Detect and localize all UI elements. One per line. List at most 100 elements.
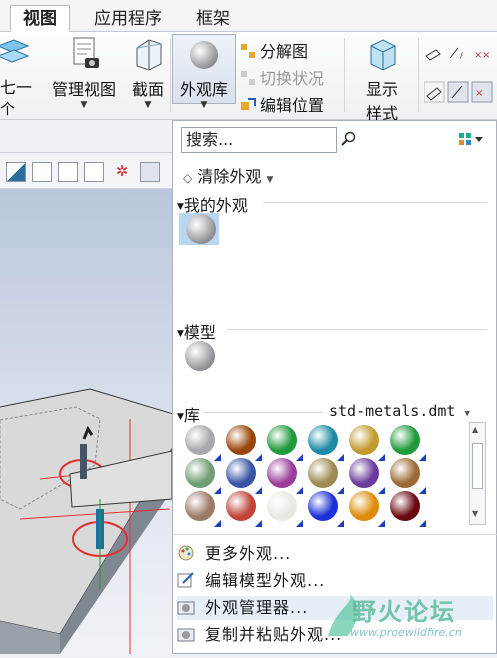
section-icon bbox=[136, 39, 162, 71]
swatch-marker bbox=[255, 520, 262, 527]
library-swatch[interactable] bbox=[185, 491, 221, 527]
library-swatch[interactable] bbox=[185, 458, 221, 494]
library-swatch[interactable] bbox=[308, 425, 344, 461]
library-swatch[interactable] bbox=[226, 458, 262, 494]
svg-text:×: × bbox=[482, 50, 490, 61]
display-style-label-1: 显示 bbox=[365, 80, 398, 99]
model-appearance-swatch[interactable] bbox=[185, 341, 215, 371]
refit-icon[interactable] bbox=[6, 162, 26, 182]
swatch-sphere bbox=[308, 425, 338, 455]
appearance-gallery-button[interactable]: 外观库 ▼ bbox=[172, 34, 236, 110]
swatch-sphere bbox=[226, 425, 256, 455]
manage-views-label: 管理视图 bbox=[51, 80, 116, 99]
search-icon[interactable] bbox=[341, 131, 357, 147]
search-input[interactable]: 搜索... bbox=[181, 127, 337, 153]
swatch-marker bbox=[419, 520, 426, 527]
library-swatch[interactable] bbox=[226, 491, 262, 527]
library-swatch[interactable] bbox=[267, 491, 303, 527]
clear-appearance-label: 清除外观 bbox=[197, 167, 262, 186]
edit-position-icon bbox=[241, 98, 256, 110]
library-swatch[interactable] bbox=[349, 458, 385, 494]
library-swatch[interactable] bbox=[390, 425, 426, 461]
ribbon-tab-bar: 视图 应用程序 框架 bbox=[0, 0, 497, 32]
partial-left-label-2: 个 bbox=[0, 100, 16, 118]
explode-view-icon bbox=[241, 44, 255, 58]
clear-appearance-button[interactable]: ◇ 清除外观 ▼ bbox=[183, 163, 273, 187]
swatch-sphere bbox=[308, 491, 338, 521]
swatch-sphere bbox=[267, 491, 297, 521]
library-swatch[interactable] bbox=[308, 458, 344, 494]
divider bbox=[418, 38, 419, 112]
section-button[interactable]: 截面 ▼ bbox=[128, 36, 168, 110]
swatch-sphere bbox=[349, 458, 379, 488]
scroll-down-icon[interactable]: ▼ bbox=[472, 509, 478, 518]
swatch-sphere bbox=[308, 458, 338, 488]
edit-position-label: 编辑位置 bbox=[260, 96, 325, 115]
tab-frame[interactable]: 框架 bbox=[184, 5, 242, 32]
model-label: 模型 bbox=[183, 323, 216, 342]
named-view-icon[interactable] bbox=[58, 162, 78, 182]
library-swatch[interactable] bbox=[267, 425, 303, 461]
library-swatch[interactable] bbox=[390, 491, 426, 527]
manager-icon bbox=[177, 601, 195, 615]
sphere-icon bbox=[190, 41, 218, 69]
eraser-icon: ◇ bbox=[183, 171, 193, 185]
copy-paste-icon bbox=[177, 628, 195, 642]
model-header[interactable]: ▼模型 bbox=[177, 319, 216, 343]
palette-icon bbox=[178, 545, 194, 561]
my-appearance-swatch[interactable] bbox=[186, 214, 216, 244]
annotation-tools-icons: / × × × bbox=[424, 47, 493, 103]
view-options-icon[interactable] bbox=[459, 133, 485, 147]
partial-left-label-1: 七一 bbox=[0, 78, 33, 97]
toggle-status-label: 切换状况 bbox=[260, 69, 325, 88]
appearance-gallery-label: 外观库 bbox=[179, 80, 228, 99]
chevron-down-icon: ▼ bbox=[200, 100, 208, 110]
edit-model-appearance-label: 编辑模型外观... bbox=[205, 571, 326, 590]
library-scrollbar[interactable]: ▲ ▼ bbox=[469, 422, 486, 525]
spin-center-icon[interactable]: ✲ bbox=[112, 162, 132, 182]
datum-display-icon bbox=[425, 49, 441, 61]
toggle-status-button[interactable]: 切换状况 bbox=[240, 65, 324, 89]
edit-position-button[interactable]: 编辑位置 bbox=[240, 92, 324, 116]
scroll-thumb[interactable] bbox=[472, 443, 483, 489]
divider bbox=[344, 38, 345, 112]
divider bbox=[227, 329, 487, 330]
model-view bbox=[0, 388, 172, 654]
library-swatch[interactable] bbox=[349, 425, 385, 461]
collapse-icon: ▼ bbox=[177, 329, 184, 339]
tab-applications[interactable]: 应用程序 bbox=[76, 5, 180, 32]
graphics-canvas[interactable] bbox=[0, 189, 172, 654]
partial-left-button[interactable]: 七一 个 bbox=[0, 36, 33, 119]
svg-text:×: × bbox=[475, 88, 483, 99]
explode-view-button[interactable]: 分解图 bbox=[240, 38, 308, 62]
display-style-button[interactable]: 显示 样式 bbox=[350, 36, 414, 124]
swatch-sphere bbox=[185, 425, 215, 455]
tab-view[interactable]: 视图 bbox=[10, 5, 70, 32]
library-swatch[interactable] bbox=[308, 491, 344, 527]
library-swatch[interactable] bbox=[267, 458, 303, 494]
manage-views-button[interactable]: 管理视图 ▼ bbox=[44, 36, 124, 110]
camera-icon[interactable] bbox=[84, 162, 104, 182]
appearance-gallery-panel: 搜索... ◇ 清除外观 ▼ ▼我的外观 ▼模型 ▼库 std-metals.d… bbox=[172, 120, 497, 654]
view-cube-icon[interactable] bbox=[32, 162, 52, 182]
library-file-select[interactable]: std-metals.dmt ▼ bbox=[329, 402, 470, 420]
view-manager-icon[interactable] bbox=[140, 162, 160, 182]
swatch-sphere bbox=[349, 491, 379, 521]
library-swatch[interactable] bbox=[390, 458, 426, 494]
watermark-url: www.proewildfire.cn bbox=[350, 626, 462, 639]
library-header[interactable]: ▼库 bbox=[177, 402, 200, 426]
watermark: 野火论坛 www.proewildfire.cn bbox=[320, 590, 497, 654]
library-swatch[interactable] bbox=[185, 425, 221, 461]
divider bbox=[263, 202, 487, 203]
more-appearances-item[interactable]: 更多外观... bbox=[177, 542, 493, 566]
swatch-sphere bbox=[185, 491, 215, 521]
swatch-sphere bbox=[390, 458, 420, 488]
scroll-up-icon[interactable]: ▲ bbox=[472, 425, 478, 434]
collapse-icon: ▼ bbox=[177, 412, 184, 422]
swatch-sphere bbox=[390, 491, 420, 521]
toggle-status-icon bbox=[241, 71, 255, 85]
library-swatch[interactable] bbox=[349, 491, 385, 527]
library-swatch[interactable] bbox=[226, 425, 262, 461]
swatch-sphere bbox=[267, 425, 297, 455]
collapse-icon: ▼ bbox=[177, 202, 184, 212]
